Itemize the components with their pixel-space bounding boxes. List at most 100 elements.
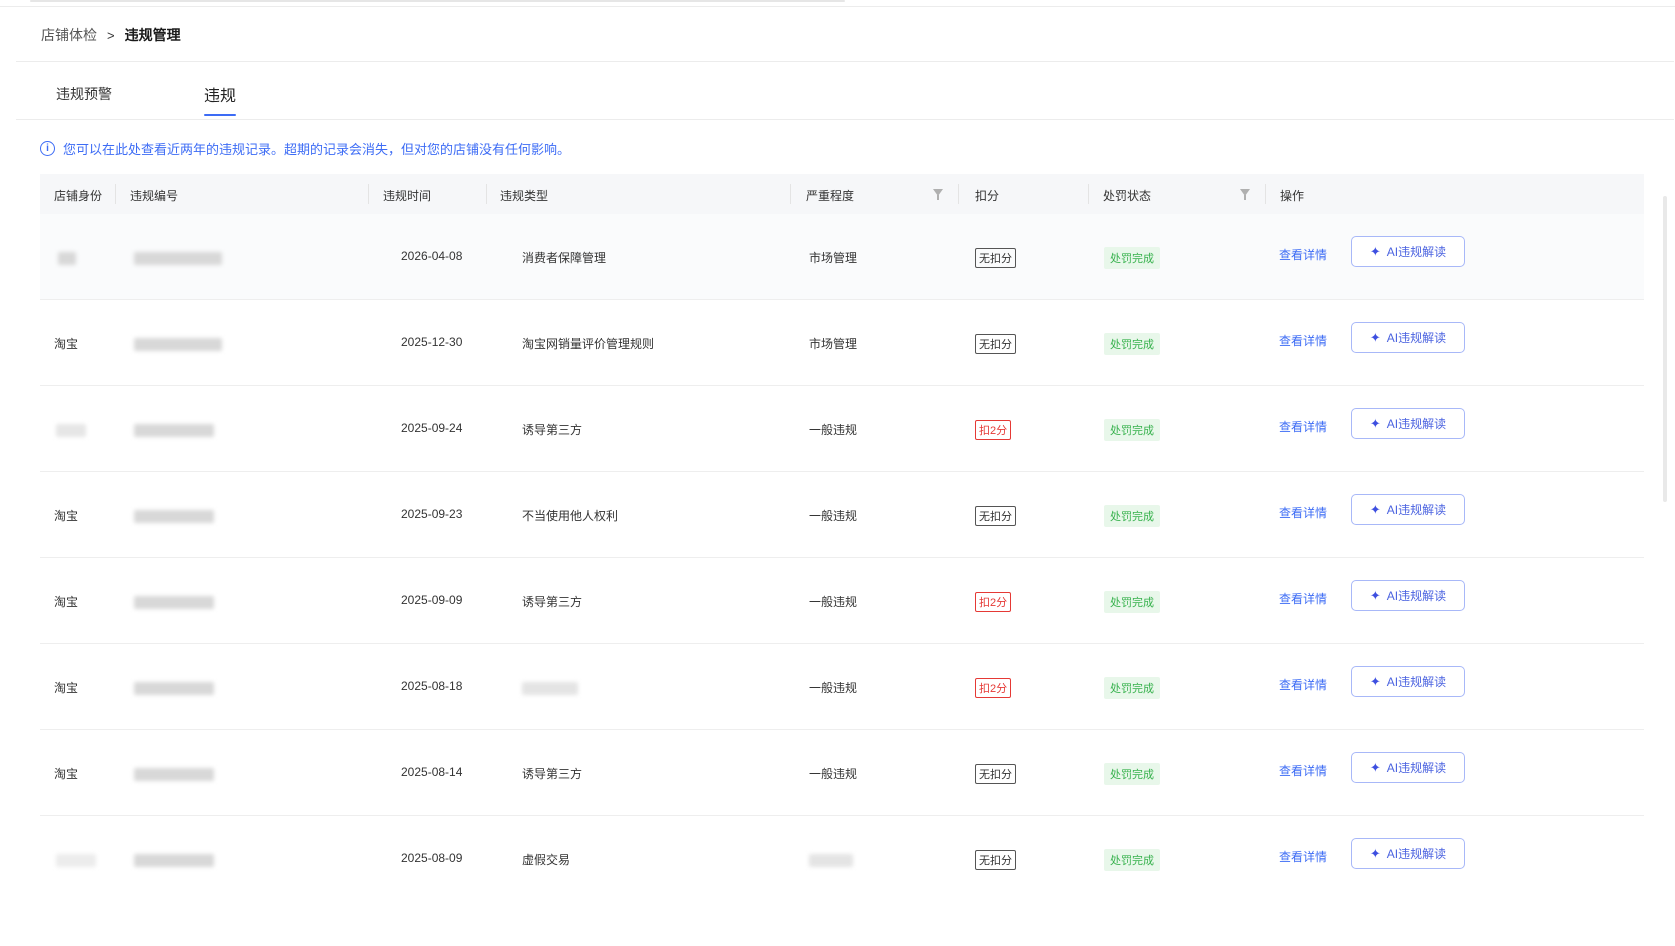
ai-interpret-button[interactable]: ✦ AI违规解读 — [1351, 494, 1465, 525]
tab-violation[interactable]: 违规 — [204, 82, 237, 116]
table-row: 淘宝 2025-08-14 诱导第三方 一般违规 无扣分 处罚完成 查看详情 ✦… — [40, 730, 1644, 816]
header-number: 违规编号 — [130, 189, 179, 203]
ai-interpret-button[interactable]: ✦ AI违规解读 — [1351, 408, 1465, 439]
ai-button-label: AI违规解读 — [1386, 331, 1447, 345]
header-separator — [368, 184, 369, 204]
row-type: 诱导第三方 — [522, 767, 583, 781]
ai-interpret-button[interactable]: ✦ AI违规解读 — [1351, 580, 1465, 611]
header-time: 违规时间 — [383, 189, 432, 203]
row-time: 2025-08-09 — [401, 851, 463, 865]
deduction-badge: 扣2分 — [975, 592, 1012, 612]
deduction-badge: 无扣分 — [975, 506, 1016, 526]
row-severity: 一般违规 — [809, 509, 858, 523]
deduction-badge: 无扣分 — [975, 248, 1016, 268]
breadcrumb-separator: > — [107, 27, 115, 43]
header-separator — [1088, 184, 1089, 204]
notice-bar: i 您可以在此处查看近两年的违规记录。超期的记录会消失，但对您的店铺没有任何影响… — [40, 139, 570, 158]
row-severity: 一般违规 — [809, 423, 858, 437]
redacted-number — [134, 681, 214, 696]
row-severity: 一般违规 — [809, 681, 858, 695]
view-detail-link[interactable]: 查看详情 — [1279, 848, 1327, 865]
header-separator — [115, 184, 116, 204]
breadcrumb-current: 违规管理 — [124, 27, 181, 43]
row-type: 消费者保障管理 — [522, 251, 607, 265]
row-type: 淘宝网销量评价管理规则 — [522, 337, 655, 351]
table-row: 淘宝 2025-08-18 一般违规 扣2分 处罚完成 查看详情 ✦ AI违规解… — [40, 644, 1644, 730]
severity-filter-icon[interactable] — [933, 189, 943, 200]
view-detail-link[interactable]: 查看详情 — [1279, 246, 1327, 263]
row-identity: 淘宝 — [54, 509, 79, 523]
header-status: 处罚状态 — [1103, 189, 1152, 203]
row-type: 诱导第三方 — [522, 423, 583, 437]
top-bar-ghost — [30, 0, 845, 2]
header-deduction: 扣分 — [975, 189, 1000, 203]
redacted-number — [134, 509, 214, 524]
view-detail-link[interactable]: 查看详情 — [1279, 590, 1327, 607]
ai-interpret-button[interactable]: ✦ AI违规解读 — [1351, 752, 1465, 783]
deduction-badge: 无扣分 — [975, 334, 1016, 354]
sparkle-icon: ✦ — [1369, 759, 1381, 775]
breadcrumb: 店铺体检 > 违规管理 — [41, 25, 181, 45]
header-separator — [1265, 184, 1266, 204]
notice-text: 您可以在此处查看近两年的违规记录。超期的记录会消失，但对您的店铺没有任何影响。 — [63, 142, 571, 157]
redacted-number — [134, 337, 222, 352]
status-badge: 处罚完成 — [1104, 591, 1160, 613]
ai-button-label: AI违规解读 — [1386, 589, 1447, 603]
breadcrumb-home[interactable]: 店铺体检 — [41, 25, 97, 45]
status-badge: 处罚完成 — [1104, 505, 1160, 527]
row-severity: 市场管理 — [809, 337, 858, 351]
ai-interpret-button[interactable]: ✦ AI违规解读 — [1351, 236, 1465, 267]
row-time: 2025-09-24 — [401, 421, 463, 435]
view-detail-link[interactable]: 查看详情 — [1279, 762, 1327, 779]
table-header: 店铺身份 违规编号 违规时间 违规类型 严重程度 扣分 处罚状态 操作 — [40, 174, 1644, 214]
status-badge: 处罚完成 — [1104, 247, 1160, 269]
sparkle-icon: ✦ — [1369, 501, 1381, 517]
row-identity: 淘宝 — [54, 681, 79, 695]
ai-button-label: AI违规解读 — [1386, 675, 1447, 689]
view-detail-link[interactable]: 查看详情 — [1279, 676, 1327, 693]
ai-interpret-button[interactable]: ✦ AI违规解读 — [1351, 838, 1465, 869]
deduction-badge: 无扣分 — [975, 764, 1016, 784]
sparkle-icon: ✦ — [1369, 329, 1381, 345]
redacted-number — [134, 767, 214, 782]
row-time: 2025-09-09 — [401, 593, 463, 607]
table-row: 淘宝 2025-12-30 淘宝网销量评价管理规则 市场管理 无扣分 处罚完成 … — [40, 300, 1644, 386]
row-identity: 淘宝 — [54, 595, 79, 609]
status-badge: 处罚完成 — [1104, 333, 1160, 355]
table-row: 2026-04-08 消费者保障管理 市场管理 无扣分 处罚完成 查看详情 ✦ … — [40, 214, 1644, 300]
redacted-number — [134, 595, 214, 610]
status-badge: 处罚完成 — [1104, 849, 1160, 871]
row-severity: 一般违规 — [809, 595, 858, 609]
view-detail-link[interactable]: 查看详情 — [1279, 332, 1327, 349]
table-row: 2025-09-24 诱导第三方 一般违规 扣2分 处罚完成 查看详情 ✦ AI… — [40, 386, 1644, 472]
view-detail-link[interactable]: 查看详情 — [1279, 504, 1327, 521]
sparkle-icon: ✦ — [1369, 415, 1381, 431]
ai-interpret-button[interactable]: ✦ AI违规解读 — [1351, 666, 1465, 697]
row-severity: 市场管理 — [809, 251, 858, 265]
status-badge: 处罚完成 — [1104, 763, 1160, 785]
row-type: 虚假交易 — [522, 853, 571, 867]
row-type: 诱导第三方 — [522, 595, 583, 609]
ai-button-label: AI违规解读 — [1386, 245, 1447, 259]
ai-button-label: AI违规解读 — [1386, 503, 1447, 517]
row-time: 2026-04-08 — [401, 249, 463, 263]
row-type: 不当使用他人权利 — [522, 509, 619, 523]
sparkle-icon: ✦ — [1369, 845, 1381, 861]
redacted-severity — [809, 853, 853, 868]
table-row: 2025-08-09 虚假交易 无扣分 处罚完成 查看详情 ✦ AI违规解读 — [40, 816, 1644, 901]
status-badge: 处罚完成 — [1104, 419, 1160, 441]
status-filter-icon[interactable] — [1240, 189, 1250, 200]
ai-interpret-button[interactable]: ✦ AI违规解读 — [1351, 322, 1465, 353]
view-detail-link[interactable]: 查看详情 — [1279, 418, 1327, 435]
tab-violation-warning[interactable]: 违规预警 — [56, 84, 112, 114]
redacted-identity — [56, 853, 96, 868]
sparkle-icon: ✦ — [1369, 673, 1381, 689]
header-type: 违规类型 — [500, 189, 549, 203]
row-time: 2025-09-23 — [401, 507, 463, 521]
table-row: 淘宝 2025-09-09 诱导第三方 一般违规 扣2分 处罚完成 查看详情 ✦… — [40, 558, 1644, 644]
vertical-scrollbar[interactable] — [1663, 196, 1667, 502]
deduction-badge: 无扣分 — [975, 850, 1016, 870]
deduction-badge: 扣2分 — [975, 678, 1012, 698]
header-separator — [486, 184, 487, 204]
sparkle-icon: ✦ — [1369, 243, 1381, 259]
